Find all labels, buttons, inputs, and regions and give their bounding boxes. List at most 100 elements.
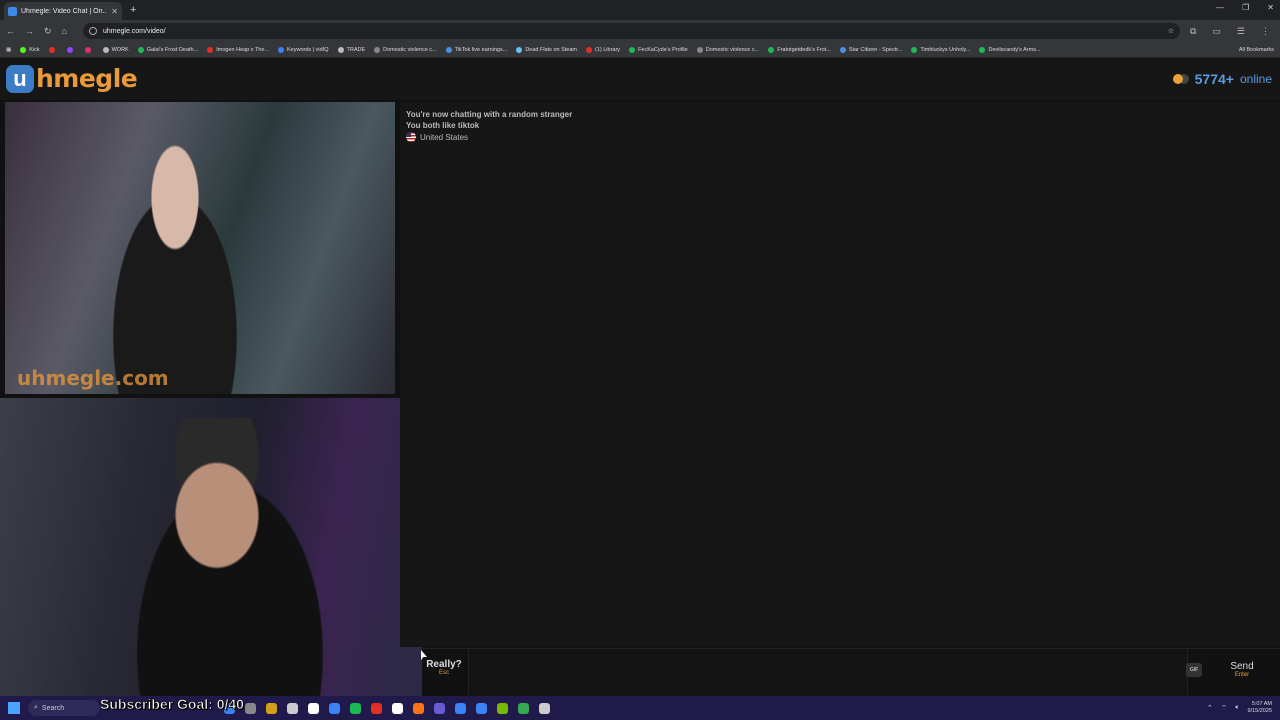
bookmark-item[interactable]: Keywords | vidIQ <box>278 46 329 53</box>
bookmark-label: Domestic violence c... <box>705 46 760 53</box>
bookmark-item[interactable]: Domestic violence c... <box>696 46 760 53</box>
bookmark-label: Keywords | vidIQ <box>287 46 329 53</box>
online-indicator: 5774+ online <box>1172 71 1272 87</box>
message-input[interactable] <box>468 649 1188 695</box>
bookmark-item[interactable]: Dead Flats on Steam <box>516 46 577 53</box>
taskbar-app-icon[interactable] <box>497 702 508 714</box>
bookmark-favicon-icon <box>768 46 775 53</box>
taskbar-app-icon[interactable] <box>455 702 466 714</box>
bookmark-item[interactable]: FecKaCyde's Profile <box>629 46 688 53</box>
volume-icon[interactable]: 🔈︎ <box>1235 704 1239 712</box>
home-icon[interactable]: ⌂ <box>62 26 67 36</box>
bookmark-item[interactable]: Imogen Heap x The... <box>207 46 270 53</box>
gif-button[interactable]: GIF <box>1186 663 1202 677</box>
taskbar-app-icon[interactable] <box>245 702 256 714</box>
bookmark-favicon-icon <box>586 46 592 53</box>
stop-button[interactable]: Really? Esc <box>422 659 466 687</box>
clock-date: 9/15/2025 <box>1247 708 1272 714</box>
bookmark-favicon-icon <box>278 46 285 53</box>
clock-time: 5:07 AM <box>1251 701 1272 707</box>
bookmark-favicon-icon <box>137 46 144 53</box>
close-tab-icon[interactable]: ✕ <box>111 7 118 16</box>
address-bar[interactable]: uhmegle.com/video/ ☆ <box>82 23 1180 39</box>
subscriber-goal-overlay: Subscriber Goal: 0/40 <box>100 696 245 713</box>
bookmark-item[interactable]: Kick <box>20 46 40 53</box>
uhmegle-favicon-icon <box>8 6 17 16</box>
bookmark-favicon-icon <box>337 46 344 53</box>
new-tab-icon[interactable]: + <box>130 4 136 16</box>
bookmark-label: Dead Flats on Steam <box>525 46 577 53</box>
bookmark-item[interactable]: Domestic violence c... <box>374 46 437 53</box>
stop-label: Really? <box>426 659 462 670</box>
bookmark-label: Fratotgetdedk's Frot... <box>777 46 831 53</box>
bookmark-item[interactable]: TikTok live earnings... <box>445 46 507 53</box>
taskbar-app-icon[interactable] <box>434 702 445 714</box>
bookmark-label: Imogen Heap x The... <box>216 46 270 53</box>
bookmark-favicon-icon <box>911 46 918 53</box>
profile-icon[interactable]: ☰ <box>1237 26 1245 37</box>
bookmark-item[interactable] <box>48 46 58 53</box>
bookmark-star-icon[interactable]: ☆ <box>1168 27 1174 35</box>
browser-toolbar: ← → ↻ ⌂ uhmegle.com/video/ ☆ ⧉ ▭ ☰ ⋮ <box>0 20 1280 42</box>
taskbar-app-icon[interactable] <box>518 702 529 714</box>
menu-icon[interactable]: ⋮ <box>1261 26 1270 37</box>
bookmark-item[interactable]: WORK <box>102 46 129 53</box>
send-label: Send <box>1230 661 1254 672</box>
bookmark-item[interactable]: (1) Library <box>586 46 620 53</box>
taskbar-app-icon[interactable] <box>287 702 298 714</box>
url-text: uhmegle.com/video/ <box>102 27 166 35</box>
taskbar-app-icon[interactable] <box>371 702 382 714</box>
chat-log: You're now chatting with a random strang… <box>400 102 1280 647</box>
search-label: Search <box>41 704 65 712</box>
bookmark-item[interactable]: Timbluckys Unholy... <box>911 46 970 53</box>
restore-icon[interactable]: ❐ <box>1242 3 1249 12</box>
send-button[interactable]: Send Enter <box>1218 661 1266 689</box>
bookmark-label: Kick <box>29 46 40 53</box>
taskbar-search[interactable]: ⌕ Search <box>28 700 100 716</box>
taskbar-app-icon[interactable] <box>350 702 361 714</box>
bookmark-item[interactable]: Fratotgetdedk's Frot... <box>768 46 831 53</box>
bookmark-favicon-icon <box>102 46 109 53</box>
taskbar-app-icon[interactable] <box>539 702 550 714</box>
sidebar-icon[interactable]: ▭ <box>1212 26 1221 37</box>
uhmegle-logo[interactable]: u hmegle <box>6 64 138 93</box>
browser-tab-uhmegle[interactable]: Uhmegle: Video Chat | On... ✕ <box>4 2 122 20</box>
us-flag-icon <box>406 132 416 142</box>
all-bookmarks-button[interactable]: All Bookmarks <box>1239 47 1274 53</box>
taskbar-app-icon[interactable] <box>392 702 403 714</box>
taskbar-app-icon[interactable] <box>413 702 424 714</box>
country-name: United States <box>420 132 469 142</box>
windows-start-icon[interactable] <box>8 702 20 714</box>
bookmark-item[interactable]: Star Citizen - Spectr... <box>839 46 902 53</box>
bookmark-label: Galai's Frost Death... <box>146 46 199 53</box>
taskbar-apps <box>224 702 550 714</box>
bookmark-favicon-icon <box>84 46 91 53</box>
bookmark-item[interactable] <box>84 46 94 53</box>
taskbar-app-icon[interactable] <box>266 702 277 714</box>
bookmark-label: FecKaCyde's Profile <box>638 46 688 53</box>
bookmark-item[interactable] <box>66 46 76 53</box>
taskbar-app-icon[interactable] <box>308 702 319 714</box>
reload-icon[interactable]: ↻ <box>44 26 52 37</box>
site-info-icon[interactable] <box>88 27 97 35</box>
apps-grid-icon[interactable]: ▦ <box>6 47 11 53</box>
taskbar-clock[interactable]: 5:07 AM 9/15/2025 <box>1248 701 1272 715</box>
bookmark-item[interactable]: Devilscandy's Arms... <box>979 46 1041 53</box>
network-icon[interactable]: ⌔ <box>1221 704 1228 713</box>
search-icon: ⌕ <box>34 704 38 711</box>
taskbar-app-icon[interactable] <box>476 702 487 714</box>
bookmark-label: Devilscandy's Arms... <box>988 46 1041 53</box>
back-icon[interactable]: ← <box>6 26 15 36</box>
site-header: u hmegle 5774+ online <box>0 58 1280 100</box>
bookmark-favicon-icon <box>629 46 636 53</box>
minimize-icon[interactable]: — <box>1216 3 1224 12</box>
bookmark-favicon-icon <box>66 46 73 53</box>
bookmark-item[interactable]: TRADE <box>337 46 365 53</box>
close-window-icon[interactable]: ✕ <box>1267 3 1274 12</box>
tray-chevron-icon[interactable]: ⌃ <box>1207 704 1213 712</box>
extensions-icon[interactable]: ⧉ <box>1190 26 1196 37</box>
taskbar-app-icon[interactable] <box>329 702 340 714</box>
bookmark-item[interactable]: Galai's Frost Death... <box>137 46 199 53</box>
self-figure <box>100 418 360 696</box>
forward-icon[interactable]: → <box>25 26 34 36</box>
